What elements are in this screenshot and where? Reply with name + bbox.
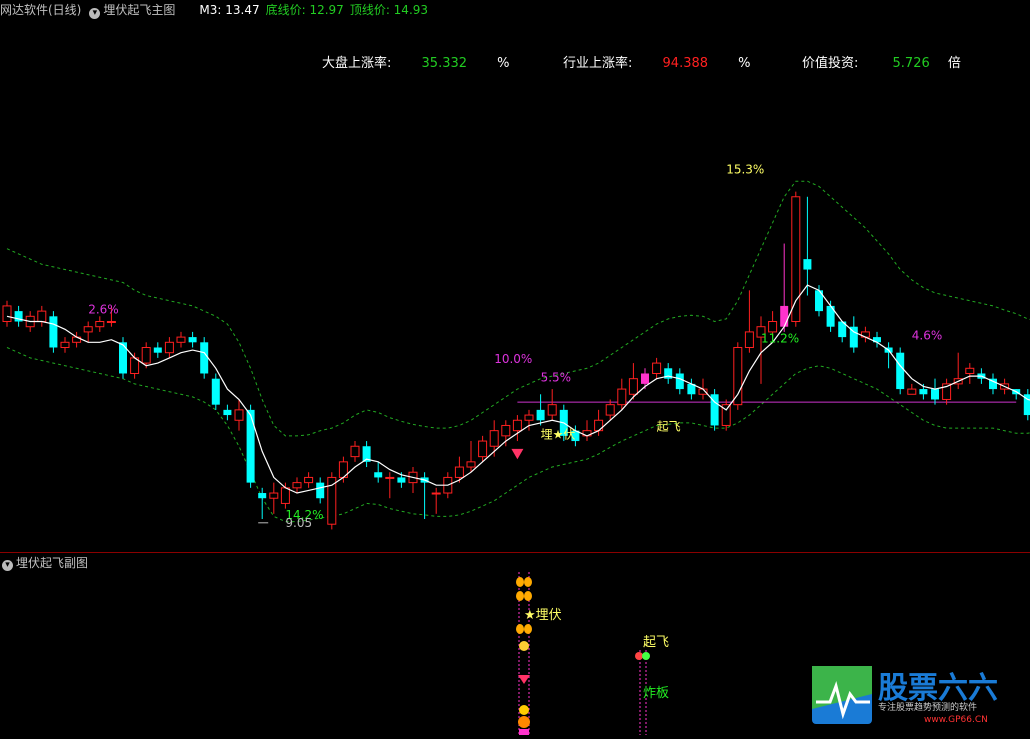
candle-up [2,305,12,323]
candle-up [141,347,151,364]
candle-up [327,476,337,525]
value-label: 价值投资: [802,56,859,71]
candle-up [652,362,662,374]
candle-up [791,196,801,323]
candle-down [49,316,58,348]
candle-up [489,430,499,447]
candle-down [397,477,406,483]
candle-up [594,419,604,432]
candle-up [907,388,917,395]
candle-down [675,373,684,390]
candle-up [350,445,360,458]
candle-down [931,389,939,400]
market-unit: % [497,56,510,71]
candle-up [478,440,488,458]
candle-up [466,461,476,468]
candle-down [316,482,325,499]
candle-up [733,347,743,406]
logo-graphic: 股票六六 专注股票趋势预测的软件 www.GP66.CN [812,666,998,725]
candle-down [536,409,545,421]
candle-up [501,424,511,437]
candle-up [269,492,279,499]
lower-band-line [6,347,1030,523]
candle-up [524,414,534,421]
bottom-price: 底线价: 12.97 [265,3,344,17]
candle-up [176,336,186,343]
candle-up [164,341,174,354]
candle-up [304,476,314,484]
candle-down [188,337,197,343]
candle-up [780,305,789,327]
candle-down [211,378,220,405]
candle-down [919,389,928,395]
app-title: 网达软件(日线) [0,3,82,17]
candle-up [83,326,93,333]
chart-annotation: 4.6% [912,329,943,343]
candle-up [605,404,615,416]
chart-annotation: 15.3% [726,162,764,176]
candle-down [258,493,267,499]
chart-annotation: 9.05 [285,516,312,530]
industry-unit: % [738,56,751,71]
logo-sub-text: 专注股票趋势预测的软件 [878,701,977,713]
sub-panel-title[interactable]: 埋伏起飞副图 [16,556,88,570]
candle-up [617,388,627,406]
panel-divider[interactable] [0,552,1030,553]
main-chart[interactable]: 2.6%14.2%9.0510.0%5.5%埋★伏起飞15.3%11.2% 4.6… [0,0,1030,735]
candle-down [374,472,383,478]
upper-band-line [6,180,1030,437]
candle-down [246,409,255,483]
candle-up [744,331,754,349]
candle-up [512,419,522,432]
market-label: 大盘上涨率: [322,56,392,71]
candle-down [153,347,162,353]
m3-value: M3: 13.47 [199,3,260,17]
chevron-down-icon[interactable]: ▾ [2,560,13,571]
candle-down [119,342,127,374]
watermark-logo: 股票六六 专注股票趋势预测的软件 www.GP66.CN [812,664,1030,735]
industry-label: 行业上涨率: [563,56,633,71]
chevron-down-icon[interactable]: ▾ [89,8,101,19]
chart-annotation: 11.2% [761,331,799,345]
candle-up [95,321,105,328]
chart-annotation: 2.6% [88,303,119,317]
gem-icon [511,448,524,460]
logo-url: www.GP66.CN [924,715,988,725]
logo-main-text: 股票六六 [878,671,998,706]
candle-down [200,342,209,374]
candle-up [385,476,395,479]
candle-up [454,466,464,478]
chart-annotation: 埋★伏 [541,427,576,441]
candle-down [803,259,812,270]
value-stat: 价值投资: 5.726 倍 [802,52,961,71]
industry-stat: 行业上涨率: 94.388 % [563,52,751,71]
candle-up [37,310,47,323]
candle-down [896,352,905,390]
candle-up [965,367,975,374]
candle-up [106,321,116,324]
chart-annotation: 10.0% [494,352,532,366]
value-unit: 倍 [947,56,961,71]
candle-up [431,492,441,495]
indicator-title[interactable]: 埋伏起飞主图 [103,3,175,17]
candle-up [234,409,244,421]
market-value: 35.332 [421,56,468,71]
top-price: 顶线价: 14.93 [349,3,429,17]
candle-up [628,378,638,395]
chart-annotation: 起飞 [657,420,681,434]
chart-header: 网达软件(日线) ▾ 埋伏起飞主图 M3: 13.47 底线价: 12.97 顶线价: 1… [0,0,1030,20]
candle-up [641,373,649,384]
chart-annotation: 5.5% [541,370,572,384]
candle-up [292,482,302,489]
market-stat: 大盘上涨率: 35.332 % [322,52,510,71]
candle-up [280,487,290,504]
value-value: 5.726 [892,56,930,71]
candle-down [223,409,232,416]
candle-up [547,404,557,416]
industry-value: 94.388 [662,56,709,71]
sub-panel-header: ▾ 埋伏起飞副图 [0,555,88,571]
candle-up [60,341,70,349]
